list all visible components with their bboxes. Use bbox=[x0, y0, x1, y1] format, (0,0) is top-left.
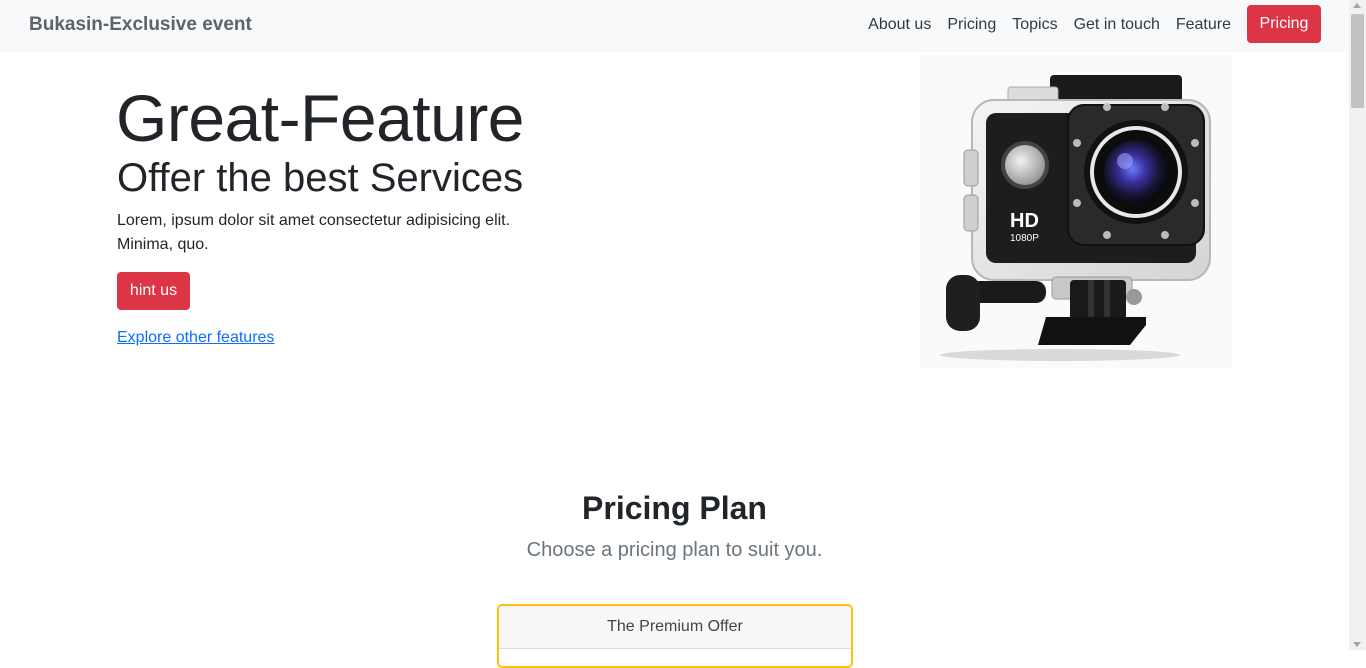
scroll-up-arrow-icon[interactable] bbox=[1353, 3, 1361, 8]
nav-link-about-us[interactable]: About us bbox=[868, 16, 931, 34]
hero-description: Lorem, ipsum dolor sit amet consectetur … bbox=[117, 212, 511, 253]
pricing-subtitle: Choose a pricing plan to suit you. bbox=[526, 539, 823, 561]
nav-link-topics[interactable]: Topics bbox=[1012, 16, 1057, 34]
navbar: Bukasin-Exclusive event About us Pricing… bbox=[0, 0, 1349, 52]
nav-link-feature[interactable]: Feature bbox=[1176, 16, 1231, 34]
camera-1080p-label: 1080P bbox=[1010, 233, 1039, 244]
scroll-thumb[interactable] bbox=[1351, 14, 1364, 108]
nav-links: About us Pricing Topics Get in touch Fea… bbox=[852, 16, 1231, 34]
card-header: The Premium Offer bbox=[499, 606, 851, 649]
hint-us-button[interactable]: hint us bbox=[117, 272, 190, 310]
pricing-title: Pricing Plan bbox=[582, 490, 767, 526]
action-camera-illustration: HD 1080P bbox=[940, 75, 1211, 361]
pricing-button[interactable]: Pricing bbox=[1247, 5, 1321, 43]
hero-title: Great-Feature bbox=[116, 81, 525, 155]
explore-features-link[interactable]: Explore other features bbox=[117, 329, 274, 347]
nav-link-pricing[interactable]: Pricing bbox=[947, 16, 996, 34]
nav-link-get-in-touch[interactable]: Get in touch bbox=[1074, 16, 1160, 34]
premium-offer-card: The Premium Offer bbox=[497, 604, 853, 668]
action-camera-image: HD 1080P bbox=[920, 55, 1232, 368]
page-scrollbar[interactable] bbox=[1349, 0, 1366, 650]
hero-subtitle: Offer the best Services bbox=[117, 156, 524, 200]
camera-hd-label: HD bbox=[1010, 210, 1039, 232]
brand-logo-text[interactable]: Bukasin-Exclusive event bbox=[29, 14, 252, 36]
scroll-down-arrow-icon[interactable] bbox=[1353, 642, 1361, 647]
